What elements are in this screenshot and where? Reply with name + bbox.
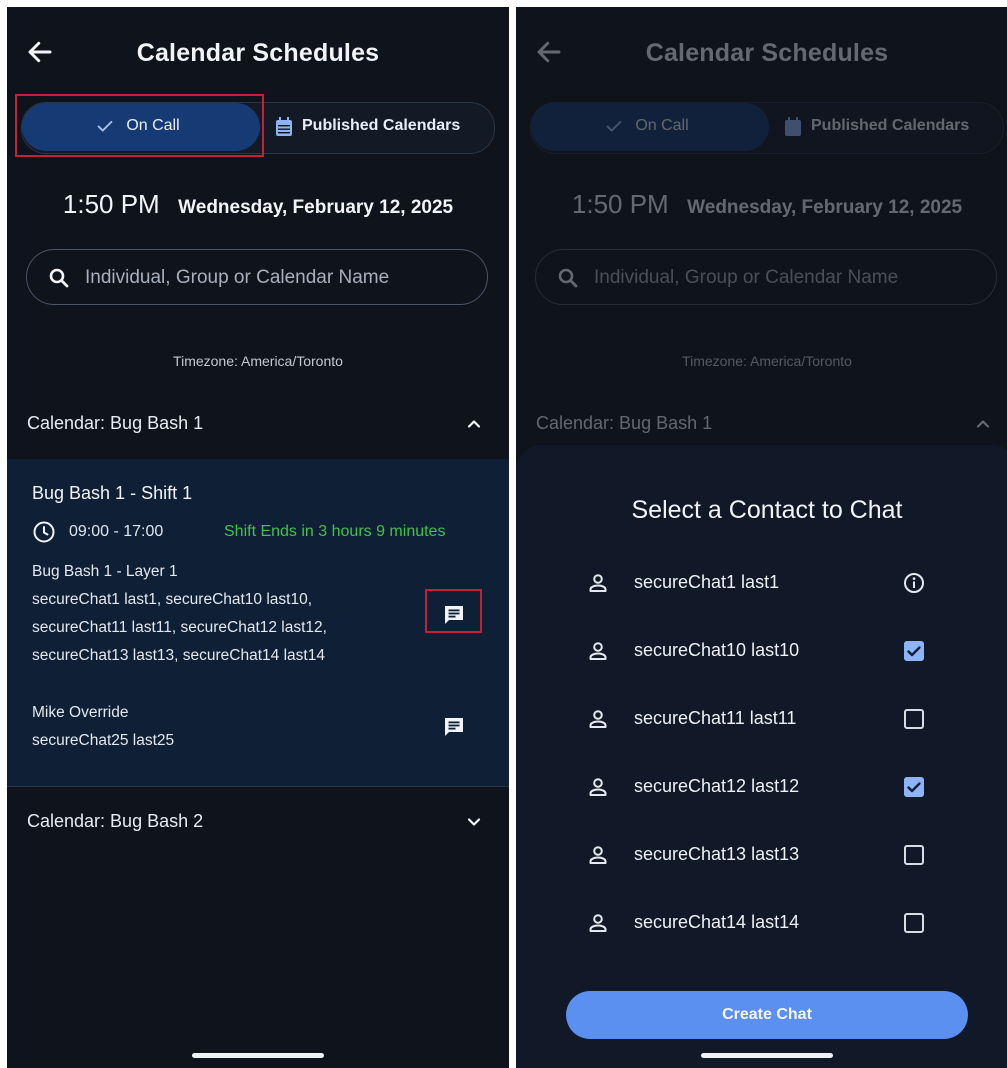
override-chat-button[interactable] bbox=[436, 709, 472, 745]
person-icon bbox=[589, 574, 607, 592]
home-indicator bbox=[192, 1053, 324, 1058]
shift-ends-status: Shift Ends in 3 hours 9 minutes bbox=[224, 523, 446, 540]
page-title: Calendar Schedules bbox=[136, 39, 380, 67]
contact-row[interactable]: secureChat14 last14 bbox=[586, 903, 946, 943]
current-datetime: 1:50 PM Wednesday, February 12, 2025 bbox=[7, 189, 509, 220]
calendar-title: Calendar: Bug Bash 2 bbox=[27, 811, 204, 831]
current-time: 1:50 PM bbox=[62, 189, 160, 219]
contact-picker-sheet: Select a Contact to Chat secureChat1 las… bbox=[516, 445, 1007, 1068]
override-members: Mike Override secureChat25 last25 bbox=[32, 699, 174, 755]
checkbox-checked-icon bbox=[904, 777, 924, 797]
app-header: Calendar Schedules bbox=[516, 7, 1007, 102]
calendar-title: Calendar: Bug Bash 1 bbox=[536, 413, 713, 433]
person-icon bbox=[589, 914, 607, 932]
current-time: 1:50 PM bbox=[571, 189, 669, 219]
search-placeholder: Individual, Group or Calendar Name bbox=[85, 267, 390, 288]
contact-name: secureChat14 last14 bbox=[634, 912, 800, 932]
contact-row[interactable]: secureChat13 last13 bbox=[586, 835, 946, 875]
contact-checkbox[interactable] bbox=[902, 707, 926, 731]
override-name: Mike Override bbox=[32, 704, 129, 721]
create-chat-button[interactable]: Create Chat bbox=[566, 991, 968, 1039]
chevron-up-icon bbox=[467, 420, 481, 428]
contact-row[interactable]: secureChat11 last11 bbox=[586, 699, 946, 739]
calendar-icon bbox=[785, 117, 801, 136]
person-icon bbox=[589, 710, 607, 728]
contact-picker-screen: Calendar Schedules On Call Published Cal… bbox=[516, 7, 1007, 1068]
chevron-up-icon bbox=[976, 420, 990, 428]
sheet-title: Select a Contact to Chat bbox=[631, 496, 903, 524]
shift-time-range: 09:00 - 17:00 bbox=[69, 523, 164, 540]
person-icon bbox=[589, 846, 607, 864]
layer-members: Bug Bash 1 - Layer 1 secureChat1 last1, … bbox=[32, 558, 412, 670]
calendar-icon bbox=[276, 117, 292, 136]
timezone-label: Timezone: America/Toronto bbox=[682, 353, 852, 369]
timezone-label: Timezone: America/Toronto bbox=[173, 353, 343, 369]
chevron-down-icon bbox=[467, 818, 481, 826]
shift-title: Bug Bash 1 - Shift 1 bbox=[32, 483, 193, 503]
layer-member-line: secureChat11 last11, secureChat12 last12… bbox=[32, 619, 327, 636]
layer-member-line: secureChat13 last13, secureChat14 last14 bbox=[32, 647, 325, 664]
current-datetime: 1:50 PM Wednesday, February 12, 2025 bbox=[516, 189, 1007, 220]
contact-row[interactable]: secureChat10 last10 bbox=[586, 631, 946, 671]
override-member: secureChat25 last25 bbox=[32, 732, 175, 749]
clock-icon bbox=[33, 521, 55, 543]
calendar-header-bug-bash-2[interactable]: Calendar: Bug Bash 2 bbox=[7, 795, 509, 851]
contact-name: secureChat13 last13 bbox=[634, 844, 800, 864]
search-icon bbox=[49, 268, 69, 288]
calendar-title: Calendar: Bug Bash 1 bbox=[27, 413, 204, 433]
search-icon bbox=[558, 268, 578, 288]
app-header: Calendar Schedules bbox=[7, 7, 509, 102]
contact-name: secureChat11 last11 bbox=[634, 708, 797, 728]
tab-published-calendars[interactable]: Published Calendars bbox=[302, 117, 460, 135]
person-icon bbox=[589, 642, 607, 660]
chat-icon bbox=[445, 718, 463, 736]
tab-on-call: On Call bbox=[531, 103, 769, 151]
contact-name: secureChat1 last1 bbox=[634, 572, 780, 592]
contact-row[interactable]: secureChat1 last1 bbox=[586, 563, 946, 603]
info-icon[interactable] bbox=[902, 571, 926, 595]
person-icon bbox=[589, 778, 607, 796]
tab-on-call-label: On Call bbox=[635, 117, 689, 134]
contact-checkbox[interactable] bbox=[902, 639, 926, 663]
page-title: Calendar Schedules bbox=[645, 39, 889, 67]
contact-checkbox[interactable] bbox=[902, 843, 926, 867]
checkbox-empty-icon bbox=[904, 845, 924, 865]
checkbox-empty-icon bbox=[904, 709, 924, 729]
contact-name: secureChat10 last10 bbox=[634, 640, 800, 660]
current-date: Wednesday, February 12, 2025 bbox=[687, 197, 963, 218]
calendar-header-bug-bash-1[interactable]: Calendar: Bug Bash 1 bbox=[7, 397, 509, 453]
home-indicator bbox=[701, 1053, 833, 1058]
contact-checkbox[interactable] bbox=[902, 775, 926, 799]
contact-row[interactable]: secureChat12 last12 bbox=[586, 767, 946, 807]
contact-checkbox[interactable] bbox=[902, 911, 926, 935]
view-toggle: On Call Published Calendars bbox=[530, 102, 1004, 154]
search-input[interactable]: Individual, Group or Calendar Name bbox=[26, 249, 488, 305]
search-placeholder: Individual, Group or Calendar Name bbox=[594, 267, 899, 288]
contact-name: secureChat12 last12 bbox=[634, 776, 800, 796]
on-call-screen: Calendar Schedules On Call Published Cal… bbox=[7, 7, 509, 1068]
tab-published-calendars: Published Calendars bbox=[811, 117, 970, 134]
annotation-highlight-tab bbox=[15, 94, 264, 157]
search-input: Individual, Group or Calendar Name bbox=[535, 249, 997, 305]
layer-name: Bug Bash 1 - Layer 1 bbox=[32, 563, 178, 580]
checkbox-checked-icon bbox=[904, 641, 924, 661]
layer-member-line: secureChat1 last1, secureChat10 last10, bbox=[32, 591, 313, 608]
annotation-highlight-chat bbox=[425, 589, 482, 633]
checkbox-empty-icon bbox=[904, 913, 924, 933]
current-date: Wednesday, February 12, 2025 bbox=[178, 197, 454, 218]
